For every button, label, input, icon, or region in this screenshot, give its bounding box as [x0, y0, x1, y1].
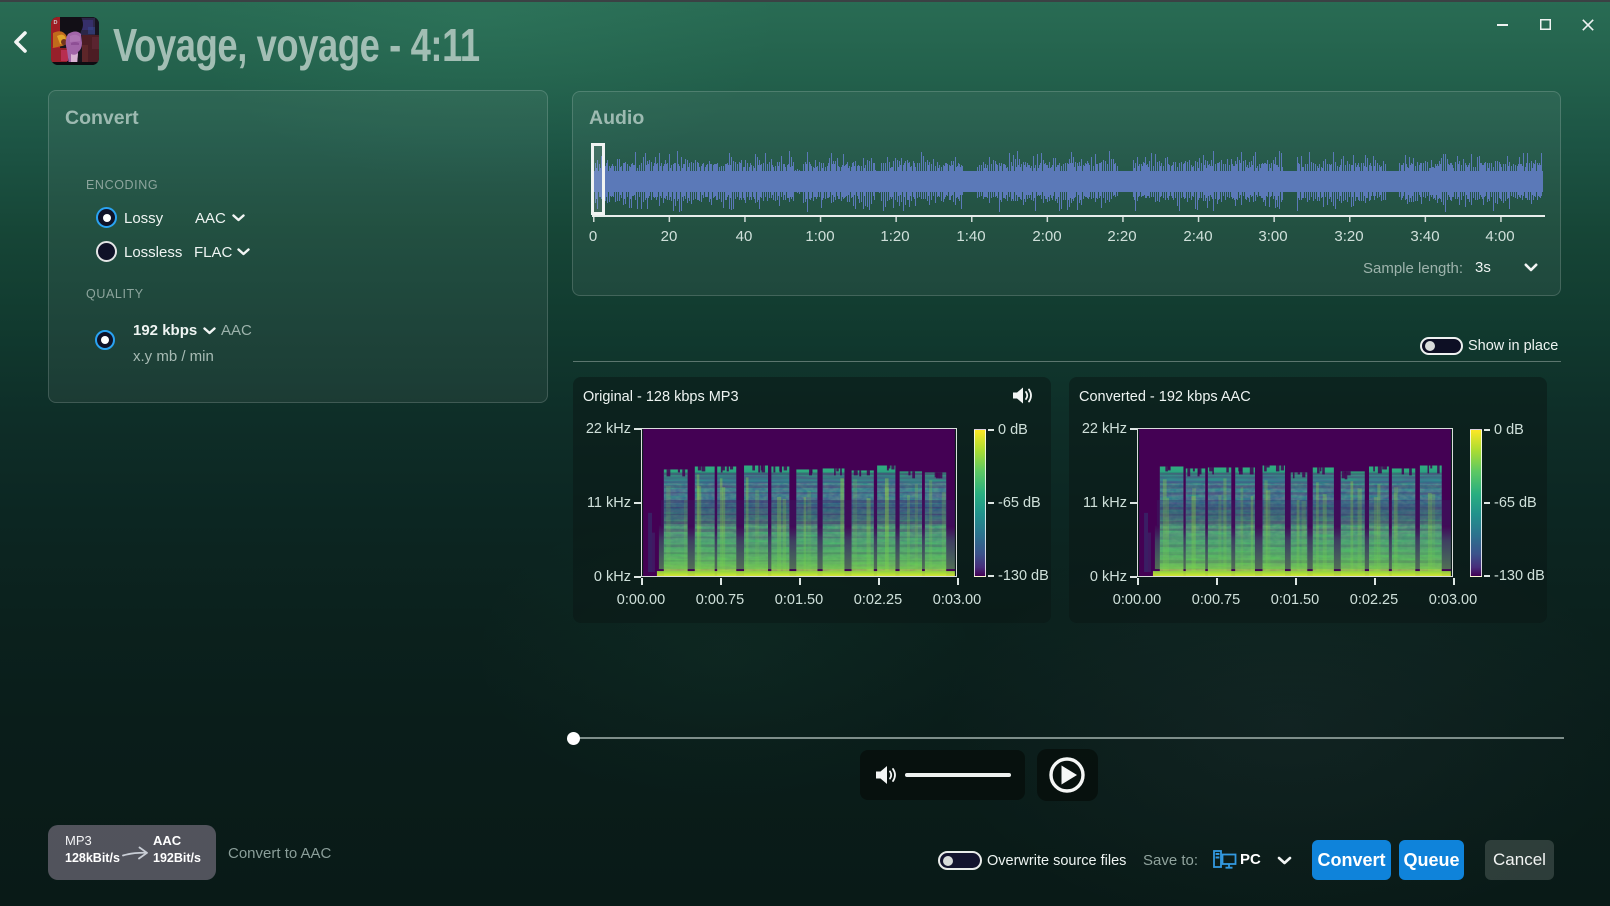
svg-text:D: D [54, 20, 58, 26]
